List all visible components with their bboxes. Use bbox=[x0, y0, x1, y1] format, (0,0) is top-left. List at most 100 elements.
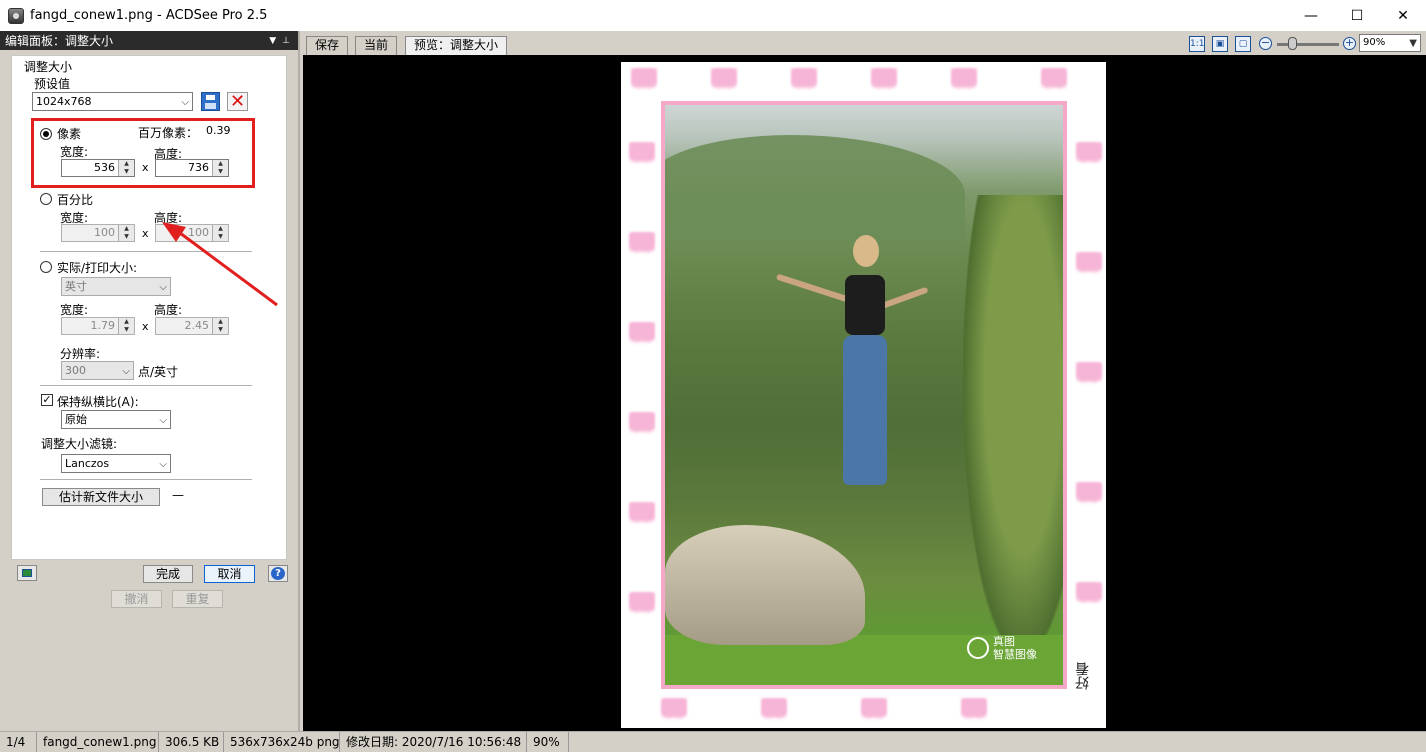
heart-decoration bbox=[629, 322, 655, 344]
filter-select[interactable]: Lanczos ⌵ bbox=[61, 454, 171, 473]
heart-decoration bbox=[1076, 362, 1102, 384]
print-width-input[interactable]: 1.79 ▲ ▼ bbox=[61, 317, 135, 335]
heart-decoration bbox=[661, 698, 687, 720]
zoom-value: 90% bbox=[1363, 37, 1386, 48]
percent-height-input[interactable]: 100 ▲ ▼ bbox=[155, 224, 229, 242]
image-viewer[interactable]: 真图 智慧图像 好看 bbox=[303, 55, 1426, 731]
woman-arm bbox=[775, 273, 850, 303]
woman-figure bbox=[775, 235, 929, 495]
keep-aspect-label: 保持纵横比(A): bbox=[57, 395, 139, 409]
redo-button[interactable]: 重复 bbox=[172, 590, 223, 608]
chevron-down-icon: ⌵ bbox=[159, 459, 167, 470]
heart-decoration bbox=[629, 592, 655, 614]
delete-preset-icon[interactable]: ✕ bbox=[227, 92, 248, 111]
status-filename: fangd_conew1.png bbox=[37, 732, 159, 752]
print-width-label: 宽度: bbox=[60, 303, 89, 317]
print-width-value: 1.79 bbox=[90, 319, 116, 332]
heart-decoration bbox=[871, 68, 897, 90]
trees bbox=[963, 195, 1063, 655]
estimate-size-button[interactable]: 估计新文件大小 bbox=[42, 488, 160, 506]
watermark: 真图 智慧图像 bbox=[967, 635, 1037, 661]
print-height-input[interactable]: 2.45 ▲ ▼ bbox=[155, 317, 229, 335]
panel-pin-icon[interactable]: ⊥ bbox=[282, 36, 290, 46]
spin-updown-icon[interactable]: ▲ ▼ bbox=[118, 318, 134, 334]
panel-settings-icon[interactable] bbox=[17, 565, 37, 581]
tab-save[interactable]: 保存 bbox=[306, 36, 349, 55]
keep-aspect-checkbox[interactable]: ✓ bbox=[41, 394, 53, 406]
resolution-select[interactable]: 300 ⌵ bbox=[61, 361, 134, 380]
heart-decoration bbox=[761, 698, 787, 720]
unit-select[interactable]: 英寸 ⌵ bbox=[61, 277, 171, 296]
status-index: 1/4 bbox=[0, 732, 37, 752]
fit-image-icon[interactable]: ▣ bbox=[1212, 36, 1228, 52]
zoom-slider-thumb[interactable] bbox=[1288, 37, 1297, 50]
help-icon[interactable]: ? bbox=[268, 565, 288, 582]
panel-header: 编辑面板：调整大小 ▼ ⊥ bbox=[0, 31, 298, 50]
print-times-sign: x bbox=[142, 320, 149, 333]
signature-text: 好看 bbox=[1075, 662, 1091, 690]
filter-label: 调整大小滤镜: bbox=[41, 437, 118, 451]
percent-radio[interactable] bbox=[40, 193, 52, 205]
chevron-down-icon: ⌵ bbox=[122, 366, 130, 377]
tab-preview-resize[interactable]: 预览：调整大小 bbox=[405, 36, 508, 55]
status-dimensions: 536x736x24b png bbox=[224, 732, 340, 752]
heart-decoration bbox=[629, 502, 655, 524]
undo-button[interactable]: 撤消 bbox=[111, 590, 162, 608]
percent-height-value: 100 bbox=[188, 226, 209, 239]
photo: 真图 智慧图像 bbox=[665, 105, 1063, 685]
highlight-box bbox=[31, 118, 255, 188]
minimize-button[interactable]: — bbox=[1288, 0, 1334, 31]
zoom-select[interactable]: 90% ▼ bbox=[1359, 34, 1421, 52]
panel-menu-icon[interactable]: ▼ bbox=[269, 36, 276, 46]
zoom-in-icon[interactable]: + bbox=[1343, 37, 1356, 50]
acdsee-app-icon[interactable] bbox=[8, 7, 24, 24]
title-bar: fangd_conew1.png - ACDSee Pro 2.5 — ☐ ✕ bbox=[0, 0, 1426, 31]
heart-decoration bbox=[629, 232, 655, 254]
resolution-label: 分辨率: bbox=[60, 347, 101, 361]
window-controls: — ☐ ✕ bbox=[1288, 0, 1426, 31]
heart-decoration bbox=[861, 698, 887, 720]
aspect-select[interactable]: 原始 ⌵ bbox=[61, 410, 171, 429]
aspect-value: 原始 bbox=[65, 413, 87, 426]
spin-updown-icon[interactable]: ▲ ▼ bbox=[118, 225, 134, 241]
print-height-value: 2.45 bbox=[184, 319, 210, 332]
done-button[interactable]: 完成 bbox=[143, 565, 193, 583]
heart-decoration bbox=[711, 68, 737, 90]
watermark-text: 真图 智慧图像 bbox=[993, 635, 1037, 661]
cancel-button[interactable]: 取消 bbox=[204, 565, 255, 583]
preset-label: 预设值 bbox=[34, 77, 71, 91]
preview-image: 真图 智慧图像 好看 bbox=[621, 62, 1106, 728]
section-title: 调整大小 bbox=[24, 60, 73, 74]
zoom-slider-track[interactable] bbox=[1277, 43, 1339, 46]
chevron-down-icon: ⌵ bbox=[159, 415, 167, 426]
panel-header-buttons: ▼ ⊥ bbox=[269, 36, 290, 46]
status-modified: 修改日期: 2020/7/16 10:56:48 bbox=[340, 732, 527, 752]
woman-head bbox=[853, 235, 879, 267]
tab-current[interactable]: 当前 bbox=[355, 36, 398, 55]
window-title: fangd_conew1.png - ACDSee Pro 2.5 bbox=[30, 8, 268, 23]
spin-updown-icon[interactable]: ▲ ▼ bbox=[212, 225, 228, 241]
preset-select[interactable]: 1024x768 ⌵ bbox=[32, 92, 193, 111]
maximize-button[interactable]: ☐ bbox=[1334, 0, 1380, 31]
zoom-out-icon[interactable]: − bbox=[1259, 37, 1272, 50]
heart-decoration bbox=[951, 68, 977, 90]
heart-decoration bbox=[1076, 142, 1102, 164]
divider bbox=[40, 251, 252, 252]
full-screen-icon[interactable]: ▢ bbox=[1235, 36, 1251, 52]
spin-updown-icon[interactable]: ▲ ▼ bbox=[212, 318, 228, 334]
help-glyph: ? bbox=[271, 567, 285, 580]
percent-label: 百分比 bbox=[57, 193, 94, 207]
save-preset-icon[interactable] bbox=[201, 92, 220, 111]
close-button[interactable]: ✕ bbox=[1380, 0, 1426, 31]
woman-top bbox=[845, 275, 885, 335]
woman-arm bbox=[879, 286, 929, 310]
percent-width-input[interactable]: 100 ▲ ▼ bbox=[61, 224, 135, 242]
preset-value: 1024x768 bbox=[36, 95, 92, 108]
print-size-radio[interactable] bbox=[40, 261, 52, 273]
actual-size-icon[interactable]: 1:1 bbox=[1189, 36, 1205, 52]
chevron-down-icon: ⌵ bbox=[181, 97, 189, 108]
status-filesize: 306.5 KB bbox=[159, 732, 224, 752]
chevron-down-icon: ⌵ bbox=[159, 282, 167, 293]
unit-value: 英寸 bbox=[65, 280, 87, 293]
hill bbox=[665, 135, 965, 245]
